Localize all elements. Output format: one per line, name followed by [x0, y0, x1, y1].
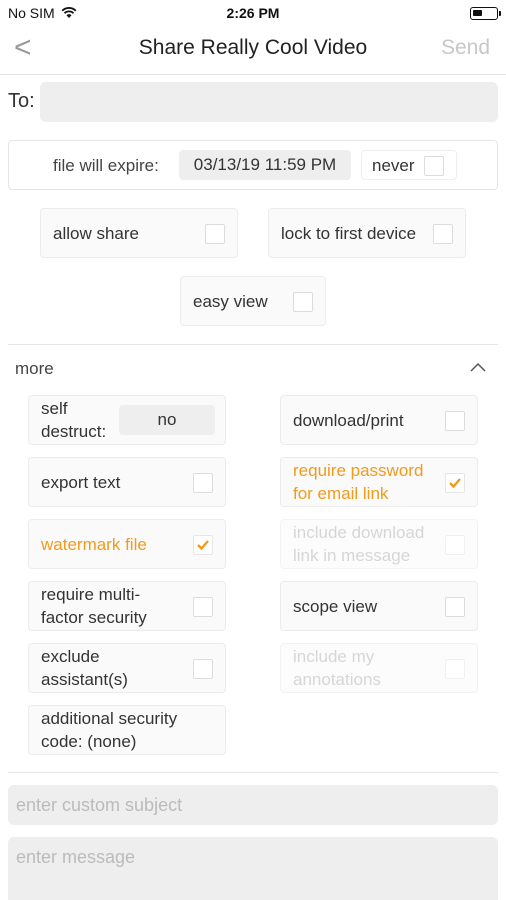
require-password-checkbox[interactable]: [445, 473, 465, 493]
compose-divider: [8, 772, 498, 773]
scope-view-checkbox[interactable]: [445, 597, 465, 617]
expire-label: file will expire:: [53, 156, 159, 175]
page-title: Share Really Cool Video: [138, 36, 368, 59]
include-download-checkbox: [445, 535, 465, 555]
never-label: never: [372, 156, 415, 175]
nav-bar: < Share Really Cool Video Send: [0, 26, 506, 72]
require-password-label-line2: for email link: [293, 484, 389, 503]
scope-view-option[interactable]: scope view: [280, 581, 478, 631]
allow-share-label: allow share: [53, 224, 139, 243]
status-bar: No SIM 2:26 PM: [0, 0, 506, 26]
include-download-label-line1: include download: [293, 523, 425, 542]
watermark-label: watermark file: [41, 535, 147, 554]
easy-view-option[interactable]: easy view: [180, 276, 326, 326]
lock-first-device-label: lock to first device: [281, 224, 417, 243]
expiration-row: file will expire: 03/13/19 11:59 PM neve…: [8, 140, 498, 190]
mfa-checkbox[interactable]: [193, 597, 213, 617]
exclude-label-line1: exclude: [41, 647, 100, 666]
more-section-label[interactable]: more: [15, 359, 54, 379]
subject-input[interactable]: enter custom subject: [8, 785, 498, 825]
mfa-label-line2: factor security: [41, 608, 147, 627]
lock-first-device-checkbox[interactable]: [433, 224, 453, 244]
checkmark-icon: [449, 478, 461, 489]
annotations-checkbox: [445, 659, 465, 679]
watermark-checkbox[interactable]: [193, 535, 213, 555]
message-input[interactable]: enter message: [8, 837, 498, 900]
download-print-checkbox[interactable]: [445, 411, 465, 431]
more-divider: [8, 344, 498, 345]
self-destruct-select[interactable]: no: [119, 405, 215, 435]
chevron-up-icon[interactable]: [470, 360, 486, 376]
security-code-label-line2: code: (none): [41, 732, 137, 751]
security-code-label-line1: additional security: [41, 709, 178, 728]
send-button[interactable]: Send: [441, 36, 490, 60]
lock-first-device-option[interactable]: lock to first device: [268, 208, 466, 258]
nav-divider: [0, 74, 506, 75]
download-print-label: download/print: [293, 411, 404, 430]
allow-share-option[interactable]: allow share: [40, 208, 238, 258]
exclude-label-line2: assistant(s): [41, 670, 128, 689]
watermark-option[interactable]: watermark file: [28, 519, 226, 569]
export-text-label: export text: [41, 473, 121, 492]
require-password-label-line1: require password: [293, 461, 424, 480]
allow-share-checkbox[interactable]: [205, 224, 225, 244]
include-annotations-option: include my annotations: [280, 643, 478, 693]
annotations-label-line1: include my: [293, 647, 375, 666]
exclude-assistants-option[interactable]: exclude assistant(s): [28, 643, 226, 693]
additional-security-code-option[interactable]: additional security code: (none): [28, 705, 226, 755]
require-password-option[interactable]: require password for email link: [280, 457, 478, 507]
never-checkbox[interactable]: [424, 156, 444, 176]
export-text-option[interactable]: export text: [28, 457, 226, 507]
status-time: 2:26 PM: [226, 5, 280, 21]
download-print-option[interactable]: download/print: [280, 395, 478, 445]
exclude-checkbox[interactable]: [193, 659, 213, 679]
export-text-checkbox[interactable]: [193, 473, 213, 493]
self-destruct-option[interactable]: self destruct: no: [28, 395, 226, 445]
easy-view-checkbox[interactable]: [293, 292, 313, 312]
expire-date-field[interactable]: 03/13/19 11:59 PM: [179, 150, 351, 180]
mfa-label-line1: require multi-: [41, 585, 141, 604]
mfa-option[interactable]: require multi- factor security: [28, 581, 226, 631]
scope-view-label: scope view: [293, 597, 378, 616]
self-destruct-label-line1: self: [41, 399, 68, 418]
recipient-input[interactable]: [40, 82, 498, 122]
self-destruct-label-line2: destruct:: [41, 422, 107, 441]
checkmark-icon: [197, 540, 209, 551]
to-label: To:: [8, 90, 35, 112]
annotations-label-line2: annotations: [293, 670, 381, 689]
include-download-link-option: include download link in message: [280, 519, 478, 569]
include-download-label-line2: link in message: [293, 546, 411, 565]
never-expire-toggle[interactable]: never: [361, 150, 457, 180]
battery-icon: [470, 7, 501, 20]
easy-view-label: easy view: [193, 292, 268, 311]
